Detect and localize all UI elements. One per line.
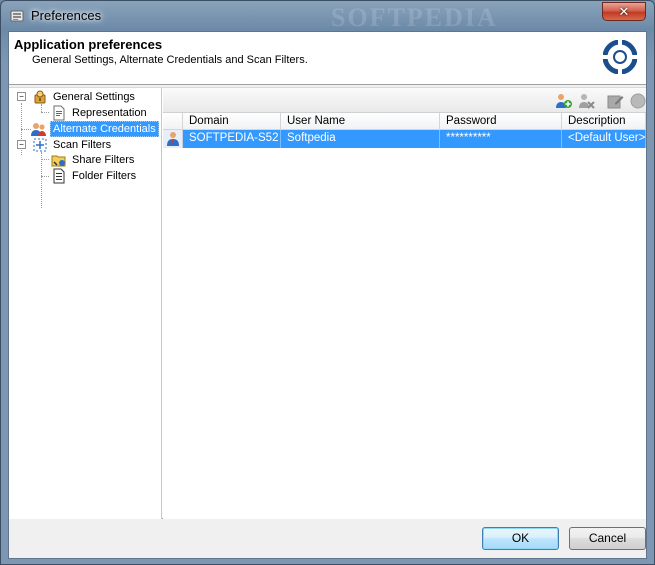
dialog-footer: OK Cancel bbox=[9, 520, 646, 558]
ok-button[interactable]: OK bbox=[482, 527, 559, 550]
preferences-app-icon bbox=[10, 10, 24, 22]
share-folder-icon bbox=[51, 155, 66, 167]
column-header-description[interactable]: Description bbox=[562, 113, 646, 130]
tree-item-scan-filters[interactable]: − Scan Filters bbox=[17, 137, 113, 153]
users-icon bbox=[31, 123, 46, 136]
tree-line bbox=[41, 159, 49, 160]
collapse-icon[interactable]: − bbox=[17, 92, 26, 101]
header-description: General Settings, Alternate Credentials … bbox=[32, 54, 308, 66]
tree-item-general-settings[interactable]: − General Settings bbox=[17, 89, 137, 105]
tree-item-label: Scan Filters bbox=[53, 139, 112, 151]
folder-filter-icon bbox=[53, 168, 65, 184]
column-header-user-name[interactable]: User Name bbox=[281, 113, 440, 130]
table-row[interactable]: SOFTPEDIA-S52 Softpedia ********** <Defa… bbox=[163, 130, 646, 148]
tree-line bbox=[21, 129, 31, 130]
tree-item-label: Alternate Credentials bbox=[50, 121, 159, 137]
tree-item-folder-filters[interactable]: Folder Filters bbox=[51, 168, 138, 184]
column-header-domain[interactable]: Domain bbox=[183, 113, 281, 130]
tree-line bbox=[41, 176, 49, 177]
dialog-body: − General Settings Representation Altern… bbox=[9, 87, 646, 519]
user-icon bbox=[166, 132, 179, 146]
cancel-button[interactable]: Cancel bbox=[569, 527, 646, 550]
remove-user-icon bbox=[579, 94, 595, 109]
dialog-header: Application preferences General Settings… bbox=[9, 32, 646, 85]
tree-item-share-filters[interactable]: Share Filters bbox=[51, 152, 136, 168]
circle-icon bbox=[630, 93, 646, 109]
window-title: Preferences bbox=[31, 8, 102, 23]
scan-icon bbox=[33, 138, 47, 152]
close-icon: ✕ bbox=[618, 3, 630, 19]
tree-line bbox=[41, 104, 42, 112]
title-bar[interactable]: Preferences SOFTPEDIA ✕ bbox=[1, 1, 654, 32]
cell-description[interactable]: <Default User> bbox=[562, 130, 646, 148]
dialog-client: Application preferences General Settings… bbox=[8, 31, 647, 559]
tree-item-representation[interactable]: Representation bbox=[51, 105, 149, 121]
tree-item-label: Folder Filters bbox=[72, 170, 137, 182]
cell-user-name[interactable]: Softpedia bbox=[281, 130, 440, 148]
credentials-pane: Domain User Name Password Description SO… bbox=[163, 88, 646, 519]
grid-header: Domain User Name Password Description bbox=[163, 113, 646, 130]
remove-user-button[interactable] bbox=[577, 91, 597, 111]
header-title: Application preferences bbox=[14, 37, 163, 52]
app-logo-icon bbox=[603, 40, 637, 74]
collapse-icon[interactable]: − bbox=[17, 140, 26, 149]
edit-icon bbox=[607, 95, 624, 109]
tree-item-alternate-credentials[interactable]: Alternate Credentials bbox=[31, 121, 159, 137]
tree-item-label: Representation bbox=[72, 107, 147, 119]
row-header-cell[interactable] bbox=[163, 130, 183, 148]
row-header-column bbox=[163, 113, 183, 130]
close-button[interactable]: ✕ bbox=[602, 2, 646, 21]
add-user-button[interactable] bbox=[554, 91, 574, 111]
credentials-toolbar bbox=[163, 88, 646, 113]
tree-line bbox=[41, 152, 42, 208]
preferences-window: Preferences SOFTPEDIA ✕ Application pref… bbox=[0, 0, 655, 565]
document-icon bbox=[53, 105, 65, 121]
column-header-password[interactable]: Password bbox=[440, 113, 562, 130]
edit-button[interactable] bbox=[605, 91, 625, 111]
cell-domain[interactable]: SOFTPEDIA-S52 bbox=[183, 130, 281, 148]
tree-item-label: Share Filters bbox=[72, 154, 135, 166]
cell-password[interactable]: ********** bbox=[440, 130, 562, 148]
preferences-tree[interactable]: − General Settings Representation Altern… bbox=[9, 88, 162, 519]
tree-line bbox=[41, 112, 49, 113]
tree-item-label: General Settings bbox=[53, 91, 135, 103]
watermark-text: SOFTPEDIA bbox=[331, 3, 498, 32]
add-user-icon bbox=[556, 94, 572, 108]
status-button[interactable] bbox=[628, 91, 648, 111]
settings-icon bbox=[34, 90, 46, 104]
